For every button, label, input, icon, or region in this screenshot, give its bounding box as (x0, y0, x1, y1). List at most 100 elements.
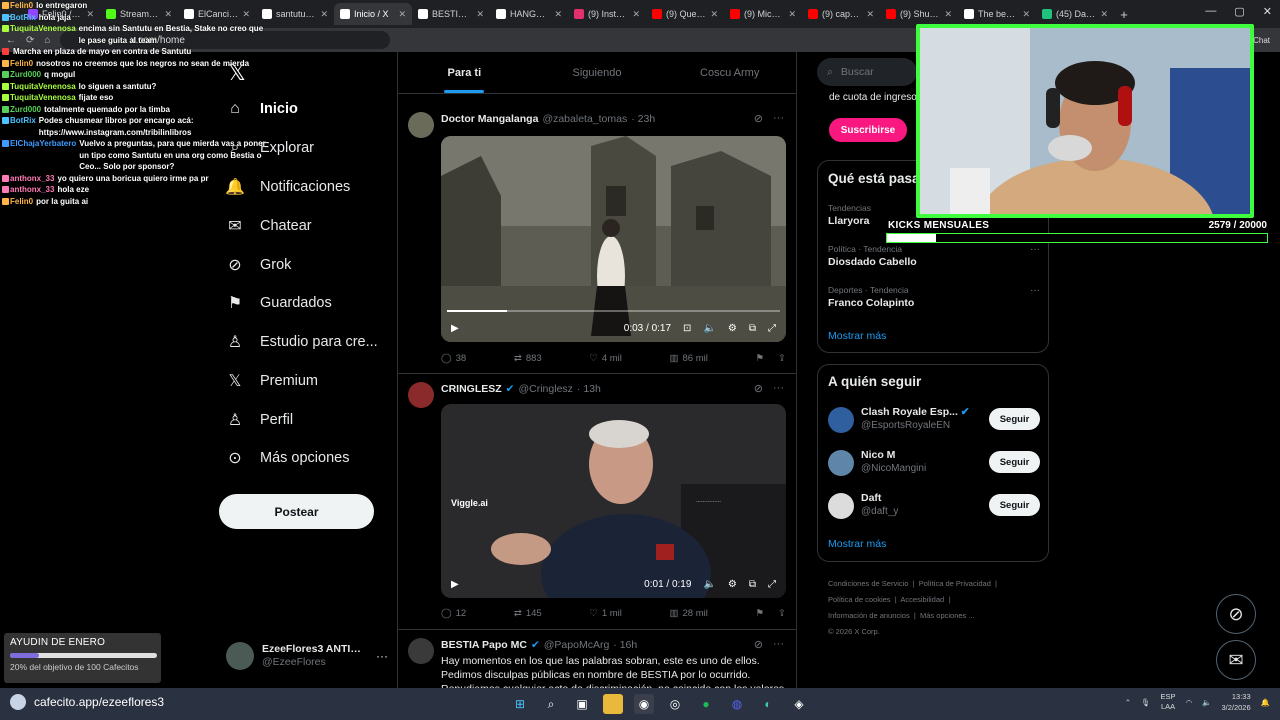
chat-username[interactable]: Felin0 (2, 196, 33, 208)
volume-icon[interactable]: 🔈 (703, 579, 715, 590)
reply-button[interactable]: ◯ 38 (441, 353, 466, 364)
chat-username[interactable]: Zurd000 (2, 104, 41, 116)
grok-icon[interactable]: ⊘ (754, 112, 763, 125)
chat-username[interactable]: TuquitaVenenosa (2, 92, 76, 104)
grok-icon[interactable]: ⊘ (754, 638, 763, 651)
fullscreen-icon[interactable]: ⤢ (768, 323, 776, 334)
like-button[interactable]: ♡ 4 mil (589, 353, 622, 364)
more-icon[interactable]: ··· (773, 638, 784, 651)
browser-tab[interactable]: (9) Instagra ✕ (568, 3, 646, 25)
tweet-author-handle[interactable]: @Cringlesz (518, 383, 572, 395)
grok-icon[interactable]: ⊘ (754, 382, 763, 395)
follow-button[interactable]: Seguir (989, 451, 1040, 473)
repost-button[interactable]: ⇄ 883 (514, 353, 542, 364)
follow-suggestion[interactable]: Nico M @NicoMangini Seguir (828, 448, 1040, 480)
follow-suggestion[interactable]: Daft @daft_y Seguir (828, 491, 1040, 523)
tweet-video[interactable]: ▶ 0:03 / 0:17 ⊡ 🔈 ⚙ ⧉ ⤢ (441, 136, 786, 342)
edge-icon[interactable]: ◐ (758, 694, 778, 714)
footer-link[interactable]: Accesibilidad (900, 595, 944, 604)
chat-username[interactable]: Felin0 (2, 0, 33, 12)
like-button[interactable]: ♡ 1 mil (589, 608, 622, 619)
tab-coscu-army[interactable]: Coscu Army (663, 52, 796, 93)
tweet-author-name[interactable]: Doctor Mangalanga (441, 113, 538, 125)
trend-item[interactable]: Deportes · Tendencia Franco Colapinto ··… (828, 285, 1040, 309)
more-icon[interactable]: ··· (773, 112, 784, 125)
close-tab-icon[interactable]: ✕ (320, 9, 328, 20)
browser-tab[interactable]: (9) capcom ✕ (802, 3, 880, 25)
close-tab-icon[interactable]: ✕ (1100, 9, 1108, 20)
volume-icon[interactable]: 🔈 (703, 323, 715, 334)
post-button[interactable]: Postear (219, 494, 374, 529)
close-tab-icon[interactable]: ✕ (398, 9, 406, 20)
more-icon[interactable]: ··· (376, 649, 388, 663)
more-icon[interactable]: ··· (1030, 285, 1040, 296)
chat-username[interactable]: TuquitaVenenosa (2, 23, 76, 46)
close-tab-icon[interactable]: ✕ (788, 9, 796, 20)
tweet-author-handle[interactable]: @PapoMcArg (544, 639, 610, 651)
share-icon[interactable]: ⇪ (778, 608, 786, 619)
close-icon[interactable]: ✕ (1263, 5, 1272, 18)
reply-button[interactable]: ◯ 12 (441, 608, 466, 619)
bookmark-icon[interactable]: ⚑ (755, 608, 764, 619)
close-tab-icon[interactable]: ✕ (632, 9, 640, 20)
browser-tab[interactable]: Inicio / X ✕ (334, 3, 412, 25)
tab-siguiendo[interactable]: Siguiendo (531, 52, 664, 93)
browser-tab[interactable]: (9) Queen ✕ (646, 3, 724, 25)
task-view-icon[interactable]: ▣ (572, 694, 592, 714)
notification-icon[interactable]: 🔔 (1261, 698, 1270, 707)
browser-tab[interactable]: (9) Shutter ✕ (880, 3, 958, 25)
close-tab-icon[interactable]: ✕ (944, 9, 952, 20)
search-input[interactable]: ⌕ Buscar (817, 58, 917, 86)
follow-button[interactable]: Seguir (989, 408, 1040, 430)
chat-username[interactable] (2, 46, 10, 58)
follow-suggestion[interactable]: Clash Royale Esp... ✔ @EsportsRoyaleEN S… (828, 405, 1040, 437)
new-tab-button[interactable]: + (1114, 7, 1134, 22)
settings-icon[interactable]: ⚙ (728, 579, 737, 590)
video-progress-bar[interactable] (447, 310, 780, 312)
footer-link[interactable]: Información de anuncios (828, 611, 910, 620)
footer-link[interactable]: Política de cookies (828, 595, 891, 604)
chevron-up-icon[interactable]: ⌃ (1125, 698, 1131, 707)
share-icon[interactable]: ⇪ (778, 353, 786, 364)
minimize-icon[interactable]: — (1205, 5, 1216, 18)
volume-icon[interactable]: 🔈 (1202, 698, 1211, 707)
views-button[interactable]: ▥ 86 mil (670, 353, 708, 364)
clock[interactable]: 13:33 3/2/2026 (1221, 691, 1250, 713)
pip-icon[interactable]: ⧉ (749, 323, 756, 334)
messages-fab-button[interactable]: ✉ (1216, 640, 1256, 680)
close-tab-icon[interactable]: ✕ (710, 9, 718, 20)
account-switcher[interactable]: EzeeFlores3 ANTIE... @EzeeFlores ··· (226, 640, 388, 672)
obs-icon[interactable]: ◉ (634, 694, 654, 714)
browser-tab[interactable]: (45) Dashb ✕ (1036, 3, 1114, 25)
nav-item-8[interactable]: ♙ Perfil (226, 411, 293, 429)
close-tab-icon[interactable]: ✕ (1022, 9, 1030, 20)
discord-icon[interactable]: ◍ (727, 694, 747, 714)
tab-para-ti[interactable]: Para ti (398, 52, 531, 93)
close-tab-icon[interactable]: ✕ (866, 9, 874, 20)
browser-tab[interactable]: The best C ✕ (958, 3, 1036, 25)
pip-icon[interactable]: ⧉ (749, 579, 756, 590)
chat-username[interactable]: BotRix (2, 12, 36, 24)
nav-item-9[interactable]: ⊙ Más opciones (226, 449, 349, 467)
app-icon[interactable]: ◈ (789, 694, 809, 714)
close-tab-icon[interactable]: ✕ (476, 9, 484, 20)
file-explorer-icon[interactable] (603, 694, 623, 714)
nav-item-5[interactable]: ⚑ Guardados (226, 294, 332, 312)
play-icon[interactable]: ▶ (451, 579, 459, 590)
repost-button[interactable]: ⇄ 145 (514, 608, 542, 619)
chat-username[interactable]: anthonx_33 (2, 184, 54, 196)
maximize-icon[interactable]: ▢ (1234, 5, 1244, 18)
tweet-author-handle[interactable]: @zabaleta_tomas (542, 113, 627, 125)
windows-start-icon[interactable]: ⊞ (510, 694, 530, 714)
steam-icon[interactable]: ◎ (665, 694, 685, 714)
tweet-author-name[interactable]: CRINGLESZ (441, 383, 502, 395)
search-icon[interactable]: ⌕ (541, 694, 561, 714)
footer-link[interactable]: Más opciones ... (920, 611, 975, 620)
show-more-follow-link[interactable]: Mostrar más (828, 538, 886, 550)
language-indicator[interactable]: ESP LAA (1161, 692, 1176, 712)
show-more-trends-link[interactable]: Mostrar más (828, 330, 886, 342)
spotify-icon[interactable]: ● (696, 694, 716, 714)
chat-username[interactable]: TuquitaVenenosa (2, 81, 76, 93)
browser-tab[interactable]: HANGE ZO✕ (490, 3, 568, 25)
tweet[interactable]: BESTIA Papo MC ✔ @PapoMcArg · 16h ⊘ ··· … (398, 630, 796, 688)
